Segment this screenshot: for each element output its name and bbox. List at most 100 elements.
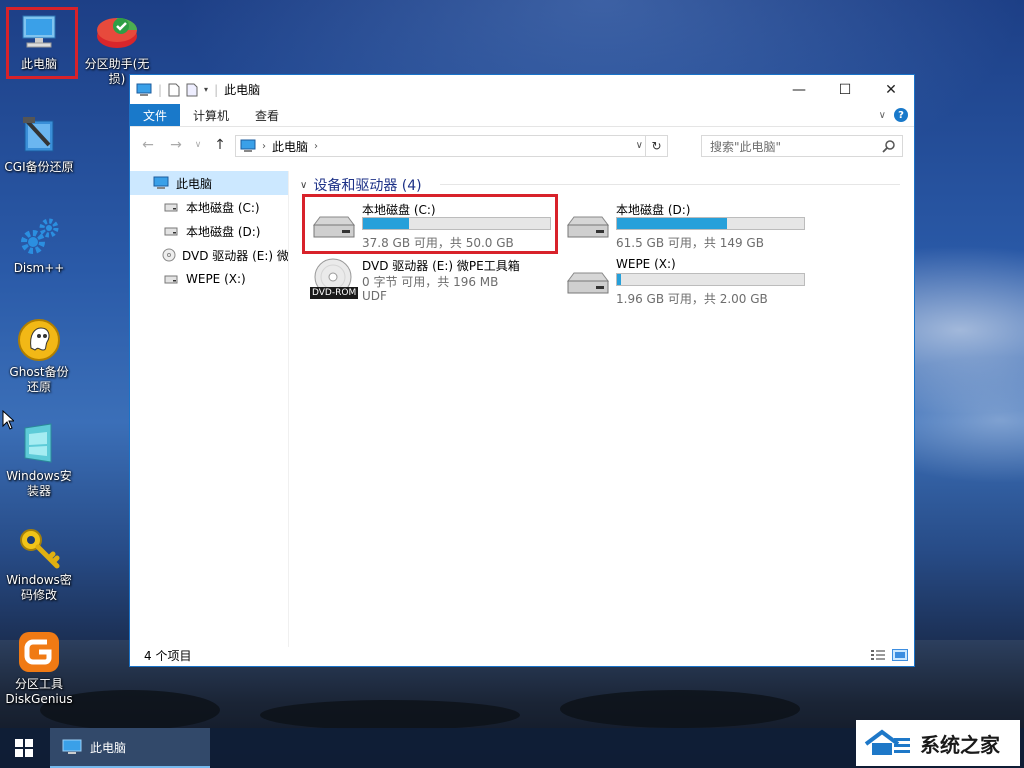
- windows-installer-icon: [17, 422, 61, 466]
- desktop-icon-diskgenius[interactable]: 分区工具DiskGenius: [0, 630, 78, 707]
- collapse-chevron-icon[interactable]: ∨: [300, 180, 307, 191]
- drive-tile-d[interactable]: 本地磁盘 (D:) 61.5 GB 可用，共 149 GB: [564, 201, 814, 253]
- computer-icon: [152, 176, 170, 190]
- partition-assistant-icon: [95, 10, 139, 54]
- desktop-icon-label: Windows密码修改: [6, 573, 72, 602]
- taskbar-item-this-pc[interactable]: 此电脑: [50, 728, 210, 768]
- forward-button[interactable]: →: [164, 137, 188, 153]
- item-count: 4 个项目: [144, 649, 192, 663]
- dvd-rom-badge: DVD-ROM: [310, 287, 359, 299]
- close-button[interactable]: ✕: [868, 75, 914, 104]
- nav-label: DVD 驱动器 (E:) 微: [182, 248, 288, 263]
- search-icon: [882, 140, 895, 153]
- drive-usage-bar: [616, 217, 805, 230]
- nav-item-drive-d[interactable]: 本地磁盘 (D:): [130, 219, 288, 243]
- nav-label: 本地磁盘 (D:): [186, 224, 261, 239]
- drive-tile-e[interactable]: DVD-ROM DVD 驱动器 (E:) 微PE工具箱 0 字节 可用，共 19…: [310, 257, 560, 317]
- tab-view[interactable]: 查看: [242, 104, 292, 126]
- tab-file[interactable]: 文件: [130, 104, 181, 126]
- desktop-icon-label: Dism++: [13, 261, 65, 275]
- start-button[interactable]: [0, 728, 48, 768]
- decor-rock: [560, 690, 800, 728]
- ghost-icon: [17, 318, 61, 362]
- desktop-icon-ghost[interactable]: Ghost备份还原: [0, 318, 78, 395]
- nav-item-dvd-e[interactable]: DVD 驱动器 (E:) 微: [130, 243, 288, 267]
- refresh-button[interactable]: ↻: [645, 136, 667, 156]
- drive-space: 0 字节 可用，共 196 MB: [362, 275, 499, 289]
- diskgenius-icon: [17, 630, 61, 674]
- desktop-icon-label: Windows安装器: [6, 469, 72, 498]
- nav-item-this-pc[interactable]: 此电脑: [130, 171, 288, 195]
- address-dropdown-icon[interactable]: ∨: [636, 140, 643, 151]
- gear-icon: [17, 214, 61, 258]
- drive-name: DVD 驱动器 (E:) 微PE工具箱: [362, 259, 520, 273]
- desktop-icon-password[interactable]: Windows密码修改: [0, 526, 78, 603]
- qat-separator: |: [158, 82, 163, 97]
- status-bar: 4 个项目: [130, 645, 914, 666]
- window-title: 此电脑: [224, 83, 261, 97]
- ribbon-tabs: 文件 计算机 查看 ∨ ?: [130, 104, 914, 127]
- watermark-logo: 系统之家: [856, 720, 1020, 766]
- drive-icon: [162, 272, 180, 286]
- drive-name: 本地磁盘 (D:): [616, 203, 691, 217]
- key-icon: [17, 526, 61, 570]
- watermark-text: 系统之家: [920, 732, 1000, 757]
- large-icons-view-icon[interactable]: [892, 649, 908, 661]
- qat-separator: |: [214, 82, 219, 97]
- tab-computer[interactable]: 计算机: [180, 104, 242, 126]
- drive-tile-x[interactable]: WEPE (X:) 1.96 GB 可用，共 2.00 GB: [564, 257, 814, 309]
- desktop-icon-label: Ghost备份还原: [9, 365, 69, 394]
- computer-icon: [136, 83, 152, 96]
- desktop-icon-windows-installer[interactable]: Windows安装器: [0, 422, 78, 499]
- nav-item-wepe-x[interactable]: WEPE (X:): [130, 267, 288, 291]
- nav-item-drive-c[interactable]: 本地磁盘 (C:): [130, 195, 288, 219]
- drive-name: WEPE (X:): [616, 257, 676, 271]
- breadcrumb-chevron-icon[interactable]: ›: [262, 141, 266, 152]
- mouse-cursor-icon: [2, 410, 14, 430]
- address-bar[interactable]: › 此电脑 › ∨ ↻: [235, 135, 668, 157]
- title-bar[interactable]: | ▾ | 此电脑 — ☐ ✕: [130, 75, 914, 104]
- new-folder-icon[interactable]: [186, 83, 198, 97]
- minimize-button[interactable]: —: [776, 75, 822, 104]
- drive-usage-fill: [617, 218, 727, 229]
- dvd-icon: [162, 248, 176, 262]
- qat-dropdown-icon[interactable]: ▾: [204, 85, 208, 94]
- desktop-icon-cgi[interactable]: CGI备份还原: [0, 113, 78, 175]
- taskbar-item-label: 此电脑: [90, 740, 127, 755]
- highlight-box: [302, 194, 558, 254]
- dvd-icon: DVD-ROM: [310, 257, 360, 305]
- group-header-devices[interactable]: ∨ 设备和驱动器 (4): [300, 175, 422, 195]
- nav-label: WEPE (X:): [186, 272, 246, 286]
- breadcrumb-this-pc[interactable]: 此电脑: [272, 138, 308, 155]
- maximize-button[interactable]: ☐: [822, 75, 868, 104]
- breadcrumb-chevron-icon[interactable]: ›: [314, 141, 318, 152]
- up-button[interactable]: ↑: [208, 137, 232, 153]
- explorer-window: | ▾ | 此电脑 — ☐ ✕ 文件 计算机 查看 ∨ ? ← → ∨ ↑ › …: [129, 74, 915, 667]
- search-box[interactable]: 搜索"此电脑": [701, 135, 903, 157]
- drive-space: 1.96 GB 可用，共 2.00 GB: [616, 292, 768, 306]
- windows-logo-icon: [15, 739, 33, 757]
- group-title: 设备和驱动器 (4): [313, 178, 422, 194]
- decor-rock: [260, 700, 520, 730]
- cgi-backup-icon: [17, 113, 61, 157]
- drive-icon: [162, 224, 180, 238]
- desktop-icon-label: CGI备份还原: [4, 160, 74, 174]
- drive-space: 61.5 GB 可用，共 149 GB: [616, 236, 764, 250]
- expand-ribbon-icon[interactable]: ∨: [879, 110, 886, 121]
- desktop-icon-label: 分区工具DiskGenius: [5, 677, 73, 706]
- back-button[interactable]: ←: [136, 137, 160, 153]
- nav-label: 此电脑: [176, 176, 213, 191]
- highlight-box: [6, 7, 78, 79]
- details-view-icon[interactable]: [870, 649, 886, 661]
- properties-icon[interactable]: [168, 83, 180, 97]
- drive-filesystem: UDF: [362, 289, 387, 303]
- recent-locations-button[interactable]: ∨: [192, 140, 204, 150]
- navigation-pane: 此电脑 本地磁盘 (C:) 本地磁盘 (D:) DVD 驱动器 (E:) 微 W…: [130, 171, 289, 647]
- desktop-icon-dism[interactable]: Dism++: [0, 214, 78, 276]
- drive-icon: [162, 200, 180, 214]
- drive-usage-fill: [617, 274, 621, 285]
- hard-drive-icon: [567, 272, 609, 294]
- search-placeholder: 搜索"此电脑": [710, 139, 782, 154]
- hard-drive-icon: [567, 216, 609, 238]
- help-icon[interactable]: ?: [894, 108, 908, 122]
